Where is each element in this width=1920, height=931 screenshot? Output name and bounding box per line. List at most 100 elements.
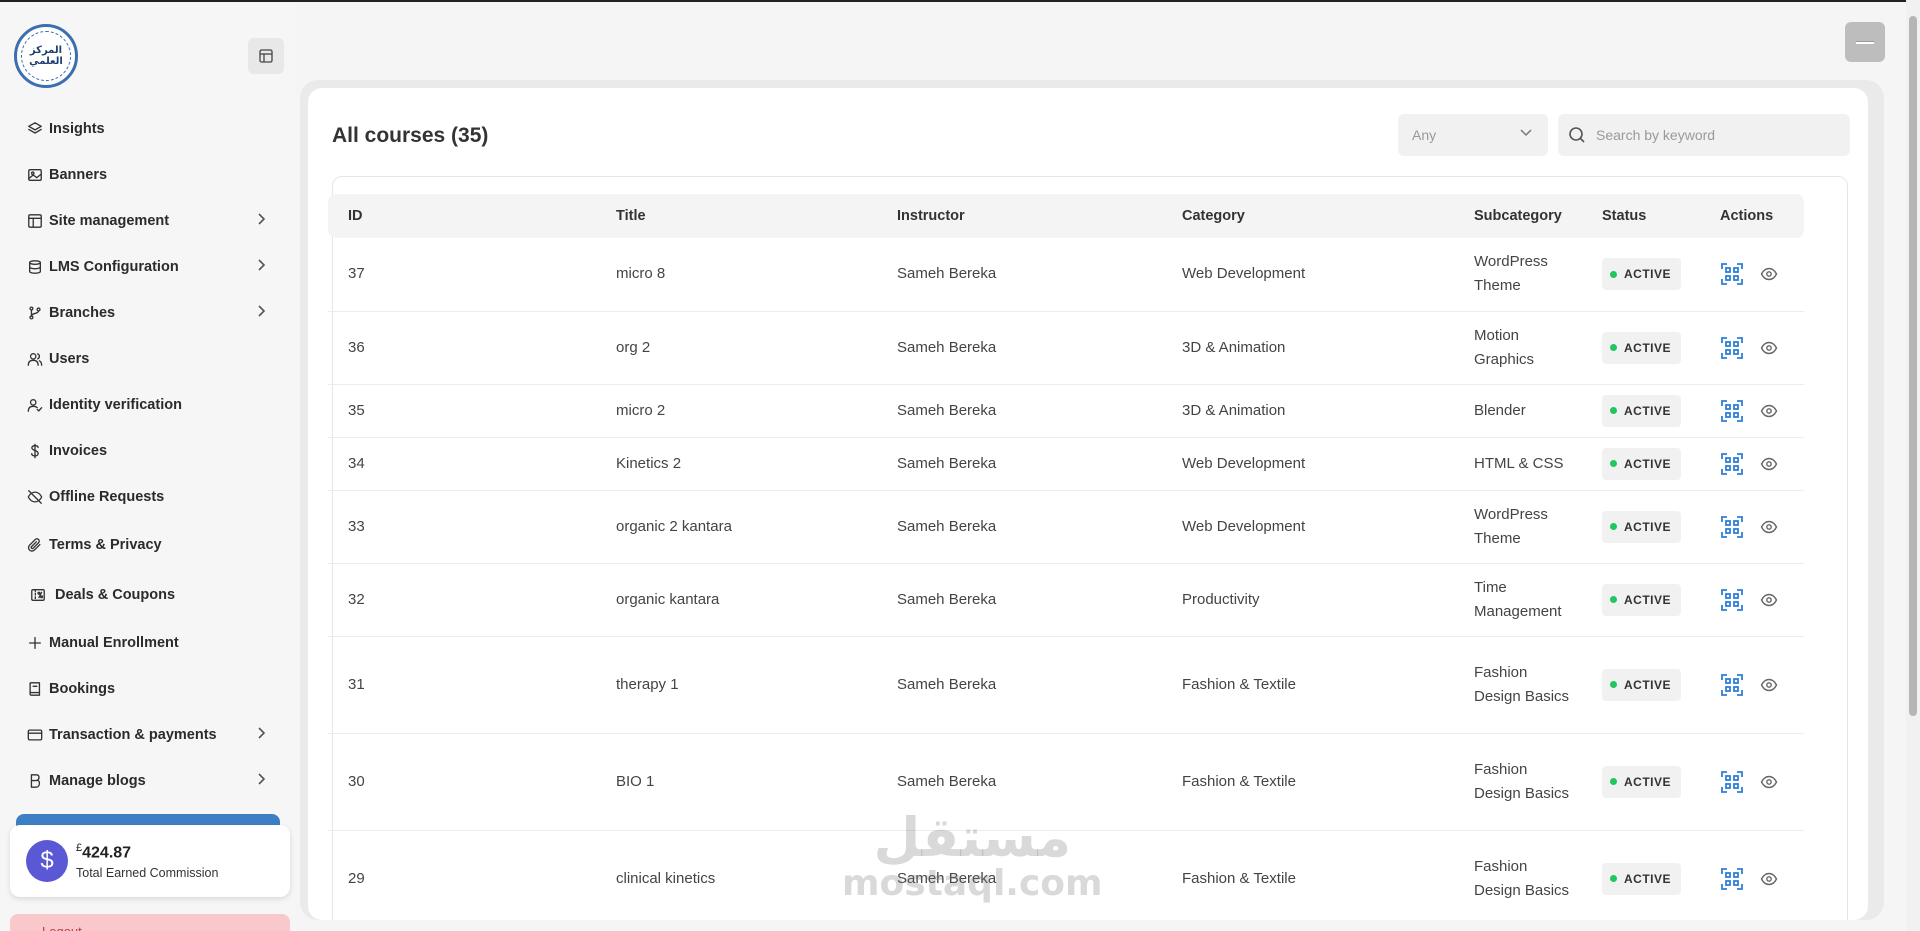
qr-code-icon[interactable]: [1720, 262, 1744, 286]
column-header-instructor[interactable]: Instructor: [877, 194, 1162, 238]
eye-icon[interactable]: [1760, 676, 1778, 694]
cell-title[interactable]: micro 2: [596, 384, 877, 438]
cell-title[interactable]: Kinetics 2: [596, 437, 877, 491]
sidebar-item-site-management[interactable]: Site management: [16, 198, 280, 244]
qr-code-icon[interactable]: [1720, 515, 1744, 539]
cell-title[interactable]: therapy 1: [596, 636, 877, 734]
eye-icon[interactable]: [1760, 455, 1778, 473]
sidebar-item-identity-verification[interactable]: Identity verification: [16, 382, 280, 428]
chevron-right-icon: [258, 773, 266, 789]
cell-id: 36: [328, 311, 596, 385]
column-header-category[interactable]: Category: [1162, 194, 1454, 238]
cell-subcategory: Fashion Design Basics: [1454, 830, 1582, 920]
sidebar-item-lms-configuration[interactable]: LMS Configuration: [16, 244, 280, 290]
qr-code-icon[interactable]: [1720, 588, 1744, 612]
brand-logo[interactable]: المركز العلمي: [14, 24, 78, 88]
table-row[interactable]: 32 organic kantara Sameh Bereka Productivit…: [328, 563, 1804, 637]
cell-title[interactable]: clinical kinetics: [596, 830, 877, 920]
qr-code-icon[interactable]: [1720, 399, 1744, 423]
status-dot: [1610, 523, 1617, 530]
table-row[interactable]: 31 therapy 1 Sameh Bereka Fashion & Textile…: [328, 636, 1804, 734]
table-row[interactable]: 37 micro 8 Sameh Bereka Web Development Word…: [328, 238, 1804, 312]
cell-title[interactable]: organic 2 kantara: [596, 490, 877, 564]
sidebar-item-label: Offline Requests: [49, 489, 165, 505]
sidebar-item-banners[interactable]: Banners: [16, 152, 280, 198]
status-text: ACTIVE: [1624, 519, 1672, 534]
sidebar-item-label: LMS Configuration: [49, 259, 179, 275]
qr-code-icon[interactable]: [1720, 452, 1744, 476]
sidebar-item-label: Banners: [49, 167, 108, 183]
sidebar-item-label: Branches: [49, 305, 116, 321]
eye-icon[interactable]: [1760, 339, 1778, 357]
status-text: ACTIVE: [1624, 456, 1672, 471]
category-filter-select[interactable]: Any: [1398, 114, 1548, 156]
cell-category: Fashion & Textile: [1162, 636, 1454, 734]
sidebar-collapse-button[interactable]: [248, 38, 284, 74]
status-badge: ACTIVE: [1602, 258, 1682, 291]
user-menu-button[interactable]: [1845, 22, 1885, 62]
book-icon: [26, 680, 44, 698]
column-header-subcategory[interactable]: Subcategory: [1454, 194, 1582, 238]
table-row[interactable]: 36 org 2 Sameh Bereka 3D & Animation Motion …: [328, 311, 1804, 385]
sidebar-item-deals-coupons[interactable]: Deals & Coupons: [16, 570, 280, 620]
scrollbar-thumb[interactable]: [1909, 16, 1917, 716]
git-branch-icon: [26, 304, 44, 322]
status-badge: ACTIVE: [1602, 447, 1682, 480]
cell-status: ACTIVE: [1582, 563, 1700, 637]
sidebar-item-branches[interactable]: Branches: [16, 290, 280, 336]
eye-icon[interactable]: [1760, 773, 1778, 791]
table-row[interactable]: 30 BIO 1 Sameh Bereka Fashion & Textile Fash…: [328, 733, 1804, 831]
sidebar-item-terms-privacy[interactable]: Terms & Privacy: [16, 520, 280, 570]
table-body: 37 micro 8 Sameh Bereka Web Development Word…: [328, 238, 1804, 920]
qr-code-icon[interactable]: [1720, 336, 1744, 360]
cell-title[interactable]: micro 8: [596, 238, 877, 312]
cell-title[interactable]: BIO 1: [596, 733, 877, 831]
eye-icon[interactable]: [1760, 518, 1778, 536]
user-check-icon: [26, 396, 44, 414]
sidebar-item-manage-blogs[interactable]: Manage blogs: [16, 758, 280, 804]
page-title: All courses (35): [332, 124, 489, 147]
column-header-status[interactable]: Status: [1582, 194, 1700, 238]
qr-code-icon[interactable]: [1720, 770, 1744, 794]
qr-code-icon[interactable]: [1720, 867, 1744, 891]
table-row[interactable]: 33 organic 2 kantara Sameh Bereka Web Devel…: [328, 490, 1804, 564]
eye-icon[interactable]: [1760, 265, 1778, 283]
blog-icon: [26, 772, 44, 790]
search-box: [1558, 114, 1850, 156]
sidebar-item-users[interactable]: Users: [16, 336, 280, 382]
sidebar-item-offline-requests[interactable]: Offline Requests: [16, 474, 280, 520]
column-header-id[interactable]: ID: [328, 194, 596, 238]
qr-code-icon[interactable]: [1720, 673, 1744, 697]
layers-icon: [26, 120, 44, 138]
logout-button[interactable]: Logout: [10, 914, 290, 931]
search-input[interactable]: [1596, 114, 1846, 156]
column-header-title[interactable]: Title: [596, 194, 877, 238]
page-scrollbar[interactable]: [1906, 0, 1920, 931]
cell-instructor: Sameh Bereka: [877, 311, 1162, 385]
sidebar-item-insights[interactable]: Insights: [16, 106, 280, 152]
cell-id: 34: [328, 437, 596, 491]
sidebar-item-transaction-payments[interactable]: Transaction & payments: [16, 712, 280, 758]
eye-icon[interactable]: [1760, 591, 1778, 609]
sidebar-item-manual-enrollment[interactable]: Manual Enrollment: [16, 620, 280, 666]
cell-actions: [1700, 238, 1804, 312]
table-row[interactable]: 29 clinical kinetics Sameh Bereka Fashion &…: [328, 830, 1804, 920]
cell-id: 35: [328, 384, 596, 438]
cell-status: ACTIVE: [1582, 384, 1700, 438]
eye-icon[interactable]: [1760, 870, 1778, 888]
status-text: ACTIVE: [1624, 677, 1672, 692]
cell-id: 33: [328, 490, 596, 564]
cell-actions: [1700, 563, 1804, 637]
table-row[interactable]: 34 Kinetics 2 Sameh Bereka Web Development H…: [328, 437, 1804, 491]
table-row[interactable]: 35 micro 2 Sameh Bereka 3D & Animation Blend…: [328, 384, 1804, 438]
chevron-right-icon: [258, 213, 266, 229]
cell-category: 3D & Animation: [1162, 311, 1454, 385]
sidebar-item-bookings[interactable]: Bookings: [16, 666, 280, 712]
status-badge: ACTIVE: [1602, 668, 1682, 701]
eye-icon[interactable]: [1760, 402, 1778, 420]
cell-title[interactable]: org 2: [596, 311, 877, 385]
sidebar-item-invoices[interactable]: Invoices: [16, 428, 280, 474]
sidebar-item-label: Insights: [49, 121, 105, 137]
status-text: ACTIVE: [1624, 774, 1672, 789]
cell-title[interactable]: organic kantara: [596, 563, 877, 637]
